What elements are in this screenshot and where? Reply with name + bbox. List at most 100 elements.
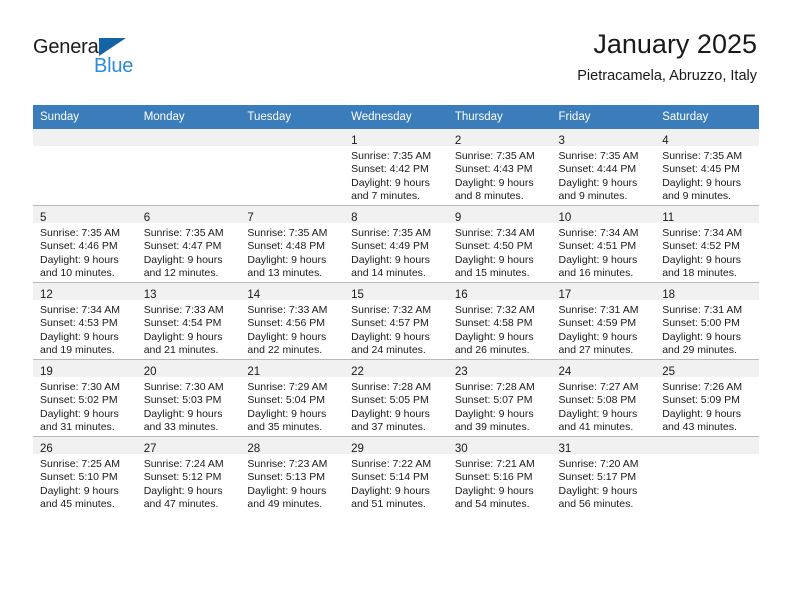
day-detail-line: and 54 minutes. — [454, 498, 530, 511]
day-number: 5 — [40, 212, 47, 224]
day-detail-line: Sunset: 4:47 PM — [143, 240, 222, 253]
weekday-header-sunday: Sunday — [33, 105, 137, 129]
day-detail-line: Daylight: 9 hours — [40, 330, 119, 343]
day-detail-line: Daylight: 9 hours — [40, 407, 119, 420]
day-detail-line: Sunset: 5:09 PM — [662, 394, 740, 407]
day-details: Sunrise: 7:35 AM Sunset: 4:46 PM Daylight:… — [33, 223, 137, 281]
day-details: Sunrise: 7:32 AM Sunset: 4:57 PM Daylight:… — [344, 300, 448, 358]
day-number-band: 30 — [447, 437, 552, 455]
day-number-band — [240, 129, 345, 146]
day-number: 15 — [351, 289, 364, 301]
calendar-week-row: 1 Sunrise: 7:35 AM Sunset: 4:42 PM Daylight… — [33, 129, 759, 206]
calendar-day-cell[interactable]: 1 Sunrise: 7:35 AM Sunset: 4:42 PM Daylight… — [344, 129, 448, 206]
calendar-day-cell[interactable]: 29 Sunrise: 7:22 AM Sunset: 5:14 PM Dayligh… — [344, 436, 448, 513]
calendar-week-row: 5 Sunrise: 7:35 AM Sunset: 4:46 PM Daylight… — [33, 205, 759, 283]
calendar-day-cell[interactable]: 25 Sunrise: 7:26 AM Sunset: 5:09 PM Dayligh… — [655, 359, 759, 437]
day-number: 23 — [454, 366, 468, 378]
calendar-day-cell[interactable]: 20 Sunrise: 7:30 AM Sunset: 5:03 PM Dayligh… — [136, 359, 241, 437]
day-detail-line: Daylight: 9 hours — [247, 484, 327, 497]
calendar-day-cell[interactable]: 27 Sunrise: 7:24 AM Sunset: 5:12 PM Dayligh… — [136, 436, 241, 513]
calendar-day-cell[interactable]: 7 Sunrise: 7:35 AM Sunset: 4:48 PM Daylight… — [240, 205, 345, 283]
day-detail-line: Sunrise: 7:35 AM — [143, 227, 224, 239]
calendar-day-cell[interactable]: 13 Sunrise: 7:33 AM Sunset: 4:54 PM Dayligh… — [136, 282, 241, 360]
calendar-day-cell[interactable]: 30 Sunrise: 7:21 AM Sunset: 5:16 PM Dayligh… — [447, 436, 552, 513]
day-detail-line: Daylight: 9 hours — [558, 330, 638, 343]
day-number-band: 23 — [447, 360, 552, 378]
calendar-day-cell[interactable]: 3 Sunrise: 7:35 AM Sunset: 4:44 PM Daylight… — [551, 129, 656, 206]
calendar-day-cell[interactable]: 11 Sunrise: 7:34 AM Sunset: 4:52 PM Dayligh… — [655, 205, 759, 283]
day-detail-line: Daylight: 9 hours — [351, 407, 430, 420]
day-number-band: 8 — [344, 206, 448, 224]
day-number: 17 — [558, 289, 572, 301]
day-number: 21 — [247, 366, 261, 378]
day-number-band: 13 — [136, 283, 241, 301]
calendar-day-cell[interactable]: 28 Sunrise: 7:23 AM Sunset: 5:13 PM Dayligh… — [240, 436, 345, 513]
calendar-header-row: Sunday Monday Tuesday Wednesday Thursday… — [33, 105, 759, 129]
day-detail-line: Daylight: 9 hours — [558, 253, 638, 266]
day-detail-line: and 45 minutes. — [40, 498, 115, 511]
calendar-day-cell[interactable]: 2 Sunrise: 7:35 AM Sunset: 4:43 PM Daylight… — [447, 129, 552, 206]
calendar-day-cell[interactable]: 10 Sunrise: 7:34 AM Sunset: 4:51 PM Dayligh… — [551, 205, 656, 283]
page-title: January 2025 — [593, 29, 757, 59]
day-number-band: 20 — [136, 360, 241, 378]
day-detail-line: Daylight: 9 hours — [558, 484, 638, 497]
day-detail-line: Sunrise: 7:23 AM — [247, 458, 328, 470]
day-detail-line: Sunset: 5:13 PM — [247, 471, 326, 484]
calendar-day-cell[interactable]: 21 Sunrise: 7:29 AM Sunset: 5:04 PM Dayligh… — [240, 359, 345, 437]
day-details: Sunrise: 7:28 AM Sunset: 5:05 PM Daylight:… — [344, 377, 448, 435]
day-number-band: 29 — [344, 437, 448, 455]
day-details: Sunrise: 7:35 AM Sunset: 4:43 PM Daylight:… — [448, 146, 552, 204]
day-detail-line: Sunset: 4:56 PM — [247, 317, 326, 330]
day-number: 11 — [662, 212, 675, 224]
day-details: Sunrise: 7:35 AM Sunset: 4:47 PM Daylight:… — [137, 223, 241, 281]
calendar-day-cell[interactable]: 23 Sunrise: 7:28 AM Sunset: 5:07 PM Dayligh… — [447, 359, 552, 437]
calendar-day-cell[interactable]: 22 Sunrise: 7:28 AM Sunset: 5:05 PM Dayligh… — [344, 359, 448, 437]
calendar-day-cell[interactable]: 14 Sunrise: 7:33 AM Sunset: 4:56 PM Dayligh… — [240, 282, 345, 360]
weekday-header-thursday: Thursday — [447, 105, 552, 129]
day-number-band: 27 — [136, 437, 241, 455]
calendar-day-cell[interactable]: 15 Sunrise: 7:32 AM Sunset: 4:57 PM Dayligh… — [344, 282, 448, 360]
day-detail-line: Sunrise: 7:30 AM — [143, 381, 224, 393]
calendar-day-cell[interactable]: 4 Sunrise: 7:35 AM Sunset: 4:45 PM Daylight… — [655, 129, 759, 206]
calendar-day-cell[interactable]: 16 Sunrise: 7:32 AM Sunset: 4:58 PM Dayligh… — [447, 282, 552, 360]
day-number: 1 — [351, 135, 358, 147]
day-detail-line: Sunset: 4:48 PM — [247, 240, 326, 253]
day-detail-line: Sunrise: 7:21 AM — [454, 458, 535, 470]
day-detail-line: and 9 minutes. — [662, 190, 732, 203]
day-detail-line: Daylight: 9 hours — [40, 253, 119, 266]
calendar-day-cell[interactable]: 12 Sunrise: 7:34 AM Sunset: 4:53 PM Dayligh… — [33, 282, 137, 360]
day-detail-line: and 47 minutes. — [143, 498, 219, 511]
general-blue-logo[interactable]: General Blue — [33, 36, 153, 82]
day-detail-line: Daylight: 9 hours — [351, 330, 430, 343]
day-detail-line: Daylight: 9 hours — [351, 176, 430, 189]
weekday-header-row: Sunday Monday Tuesday Wednesday Thursday… — [33, 105, 759, 129]
calendar-day-cell[interactable]: 5 Sunrise: 7:35 AM Sunset: 4:46 PM Daylight… — [33, 205, 137, 283]
day-detail-line: and 43 minutes. — [662, 421, 737, 434]
calendar-day-cell[interactable]: 24 Sunrise: 7:27 AM Sunset: 5:08 PM Dayligh… — [551, 359, 656, 437]
calendar-day-cell[interactable]: 9 Sunrise: 7:34 AM Sunset: 4:50 PM Daylight… — [447, 205, 552, 283]
day-number: 27 — [143, 443, 157, 455]
calendar-day-cell[interactable]: 31 Sunrise: 7:20 AM Sunset: 5:17 PM Dayligh… — [551, 436, 656, 513]
day-detail-line: Sunrise: 7:33 AM — [247, 304, 328, 316]
calendar-empty-cell — [136, 129, 241, 206]
calendar-day-cell[interactable]: 18 Sunrise: 7:31 AM Sunset: 5:00 PM Dayligh… — [655, 282, 759, 360]
calendar-day-cell[interactable]: 19 Sunrise: 7:30 AM Sunset: 5:02 PM Dayligh… — [33, 359, 137, 437]
day-detail-line: Daylight: 9 hours — [662, 176, 742, 189]
day-detail-line: and 26 minutes. — [454, 344, 530, 357]
day-number: 4 — [662, 135, 669, 147]
day-details: Sunrise: 7:35 AM Sunset: 4:45 PM Daylight:… — [655, 146, 759, 204]
day-number: 28 — [247, 443, 261, 455]
day-number: 22 — [351, 366, 364, 378]
calendar-week-row: 26 Sunrise: 7:25 AM Sunset: 5:10 PM Dayligh… — [33, 436, 759, 513]
day-detail-line: and 18 minutes. — [662, 267, 737, 280]
calendar-day-cell[interactable]: 6 Sunrise: 7:35 AM Sunset: 4:47 PM Daylight… — [136, 205, 241, 283]
day-detail-line: Daylight: 9 hours — [454, 176, 534, 189]
calendar-day-cell[interactable]: 17 Sunrise: 7:31 AM Sunset: 4:59 PM Dayligh… — [551, 282, 656, 360]
day-detail-line: and 31 minutes. — [40, 421, 115, 434]
calendar-day-cell[interactable]: 26 Sunrise: 7:25 AM Sunset: 5:10 PM Dayligh… — [33, 436, 137, 513]
day-detail-line: and 7 minutes. — [351, 190, 420, 203]
day-detail-line: Daylight: 9 hours — [143, 330, 223, 343]
day-detail-line: Sunrise: 7:32 AM — [454, 304, 535, 316]
calendar-day-cell[interactable]: 8 Sunrise: 7:35 AM Sunset: 4:49 PM Daylight… — [344, 205, 448, 283]
weekday-header-tuesday: Tuesday — [240, 105, 345, 129]
